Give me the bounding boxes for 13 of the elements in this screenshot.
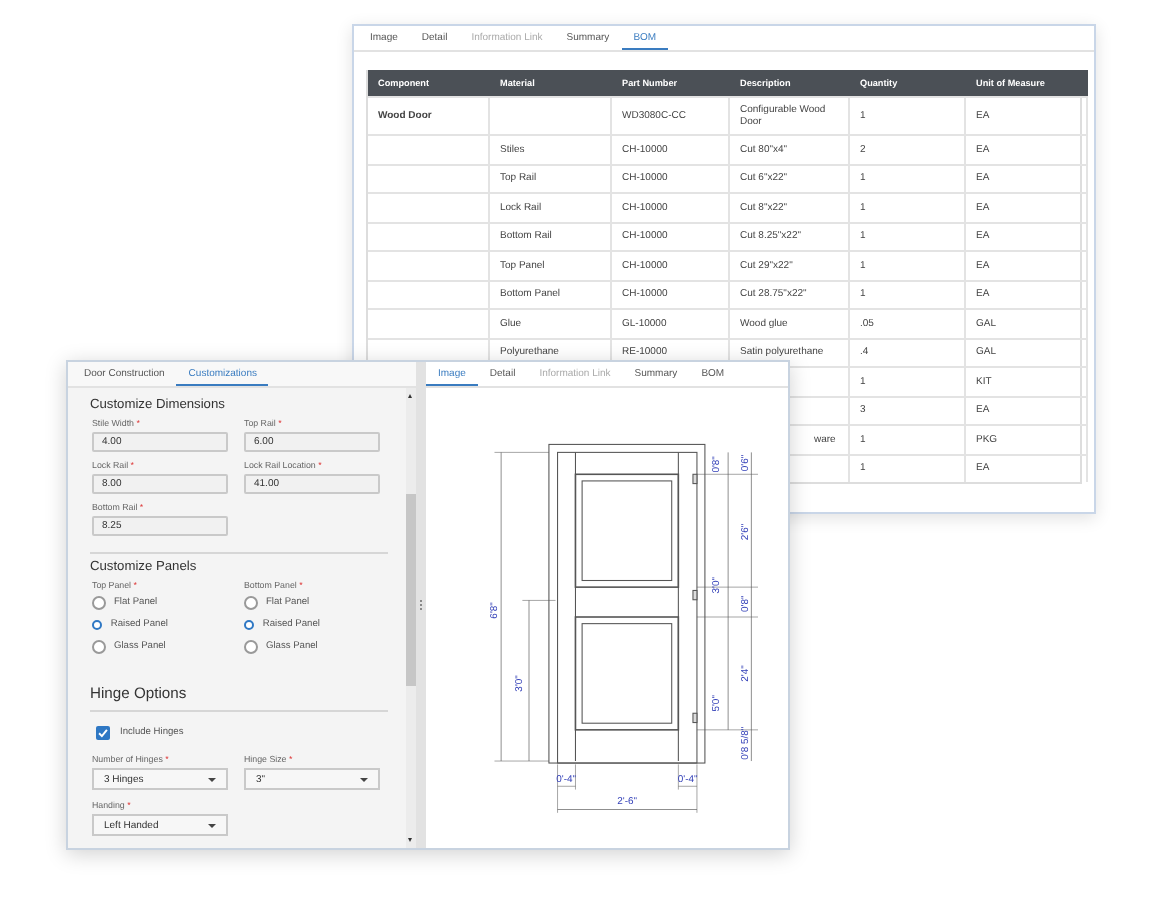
caret-icon	[360, 777, 368, 781]
scrollbar[interactable]	[406, 388, 417, 848]
checkbox[interactable]	[96, 726, 110, 740]
radio-button[interactable]	[244, 596, 258, 610]
radio-button[interactable]	[244, 619, 255, 631]
table-cell	[490, 96, 612, 134]
scroll-thumb[interactable]	[406, 494, 417, 686]
radio-button[interactable]	[92, 640, 106, 654]
radio-button[interactable]	[92, 596, 106, 610]
caret-icon	[208, 777, 216, 781]
radio-button[interactable]	[92, 619, 103, 631]
radio-button[interactable]	[244, 640, 258, 654]
caret-icon	[208, 823, 216, 827]
